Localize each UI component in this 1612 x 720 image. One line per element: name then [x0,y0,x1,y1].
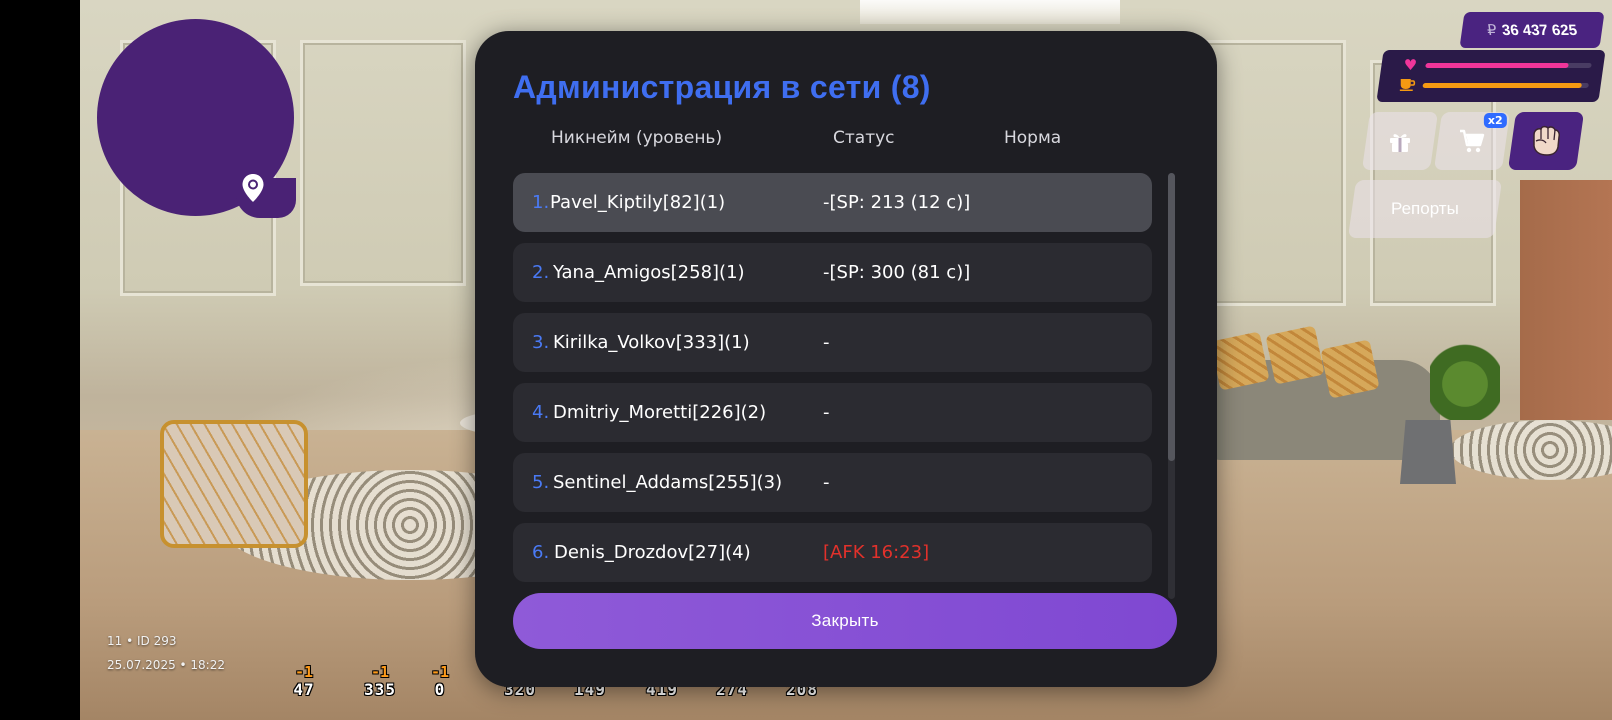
row-status: - [823,402,830,423]
admin-row[interactable]: 2. Yana_Amigos[258](1) -[SP: 300 (81 с)] [513,243,1152,302]
row-status: -[SP: 213 (12 с)] [823,192,971,213]
row-nickname: Dmitriy_Moretti[226](2) [553,402,767,423]
row-nickname: Kirilka_Volkov[333](1) [553,332,750,353]
gift-button[interactable] [1361,112,1439,170]
column-header-norm: Норма [1004,128,1062,148]
sofa-pillow [1210,331,1270,391]
row-status: - [823,472,830,493]
weapon-fist-button[interactable] [1507,112,1585,170]
health-bar-fill [1425,62,1569,68]
location-pin-icon [242,174,264,202]
money-display: ₽36 437 625 [1459,12,1605,48]
debug-counter-bottom: 47 [293,680,315,699]
cup-icon [1399,77,1417,93]
ceiling-light [860,0,1120,24]
scrollbar-thumb[interactable] [1168,173,1175,461]
hunger-bar [1422,82,1590,88]
debug-counter-bottom: 335 [364,680,396,699]
dialog-title: Администрация в сети (8) [513,69,931,105]
debug-counter: -1 0 [420,664,460,700]
game-screen: 11 • ID 293 25.07.2025 • 18:22 -1 47 -1 … [0,0,1612,720]
row-number: 2. [532,262,550,283]
row-number: 5. [532,472,550,493]
player-stats-panel: ♥ [1376,50,1606,102]
row-status: -[SP: 300 (81 с)] [823,262,971,283]
doorway [1520,180,1612,420]
wall-panel [300,40,466,286]
row-status: - [823,332,830,353]
hunger-row [1397,75,1590,95]
debug-counter-top: -1 [370,663,390,681]
sofa-pillow [1320,339,1380,399]
admin-list[interactable]: 1. Pavel_Kiptily[82](1) -[SP: 213 (12 с)… [513,173,1153,601]
server-id-label: 11 • ID 293 [107,634,177,648]
potted-plant [1430,330,1500,420]
money-value: 36 437 625 [1500,22,1579,39]
admin-row[interactable]: 1. Pavel_Kiptily[82](1) -[SP: 213 (12 с)… [513,173,1152,232]
health-row: ♥ [1400,55,1593,75]
list-scrollbar[interactable] [1168,173,1175,599]
minimap[interactable] [97,19,296,218]
ruble-icon: ₽ [1486,22,1498,39]
hunger-bar-fill [1422,82,1583,88]
shopping-cart-icon [1460,129,1485,153]
fist-icon [1533,125,1560,156]
health-bar [1425,62,1592,68]
column-header-status: Статус [833,128,895,148]
armchair [160,420,308,548]
row-status-afk: [AFK 16:23] [823,542,930,563]
reports-label: Репорты [1391,199,1459,218]
admin-row[interactable]: 4. Dmitriy_Moretti[226](2) - [513,383,1152,442]
plant-pot [1400,420,1456,484]
admin-online-dialog: Администрация в сети (8) Никнейм (уровен… [475,31,1217,687]
cart-multiplier-badge: x2 [1484,113,1507,128]
row-number: 4. [532,402,550,423]
column-header-nickname: Никнейм (уровень) [551,128,723,148]
reports-button[interactable]: Репорты [1347,180,1503,238]
admin-row[interactable]: 5. Sentinel_Addams[255](3) - [513,453,1152,512]
datetime-label: 25.07.2025 • 18:22 [107,658,225,672]
sofa-pillow [1265,325,1325,385]
row-number: 1. [532,192,550,213]
debug-counter-bottom: 0 [434,680,446,699]
row-number: 3. [532,332,550,353]
debug-counter: -1 47 [282,664,326,700]
row-nickname: Yana_Amigos[258](1) [553,262,745,283]
debug-counter: -1 335 [350,664,410,700]
row-number: 6. [532,542,550,563]
row-nickname: Sentinel_Addams[255](3) [553,472,783,493]
shop-cart-button[interactable]: x2 [1433,112,1511,170]
gift-icon [1390,134,1410,152]
close-button[interactable]: Закрыть [513,593,1177,649]
debug-counter-top: -1 [294,663,314,681]
row-nickname: Pavel_Kiptily[82](1) [550,192,726,213]
wall-panel [1200,40,1346,306]
heart-icon: ♥ [1403,56,1418,74]
row-nickname: Denis_Drozdov[27](4) [554,542,751,563]
admin-row[interactable]: 6. Denis_Drozdov[27](4) [AFK 16:23] [513,523,1152,582]
admin-row[interactable]: 3. Kirilka_Volkov[333](1) - [513,313,1152,372]
debug-counter-top: -1 [430,663,450,681]
